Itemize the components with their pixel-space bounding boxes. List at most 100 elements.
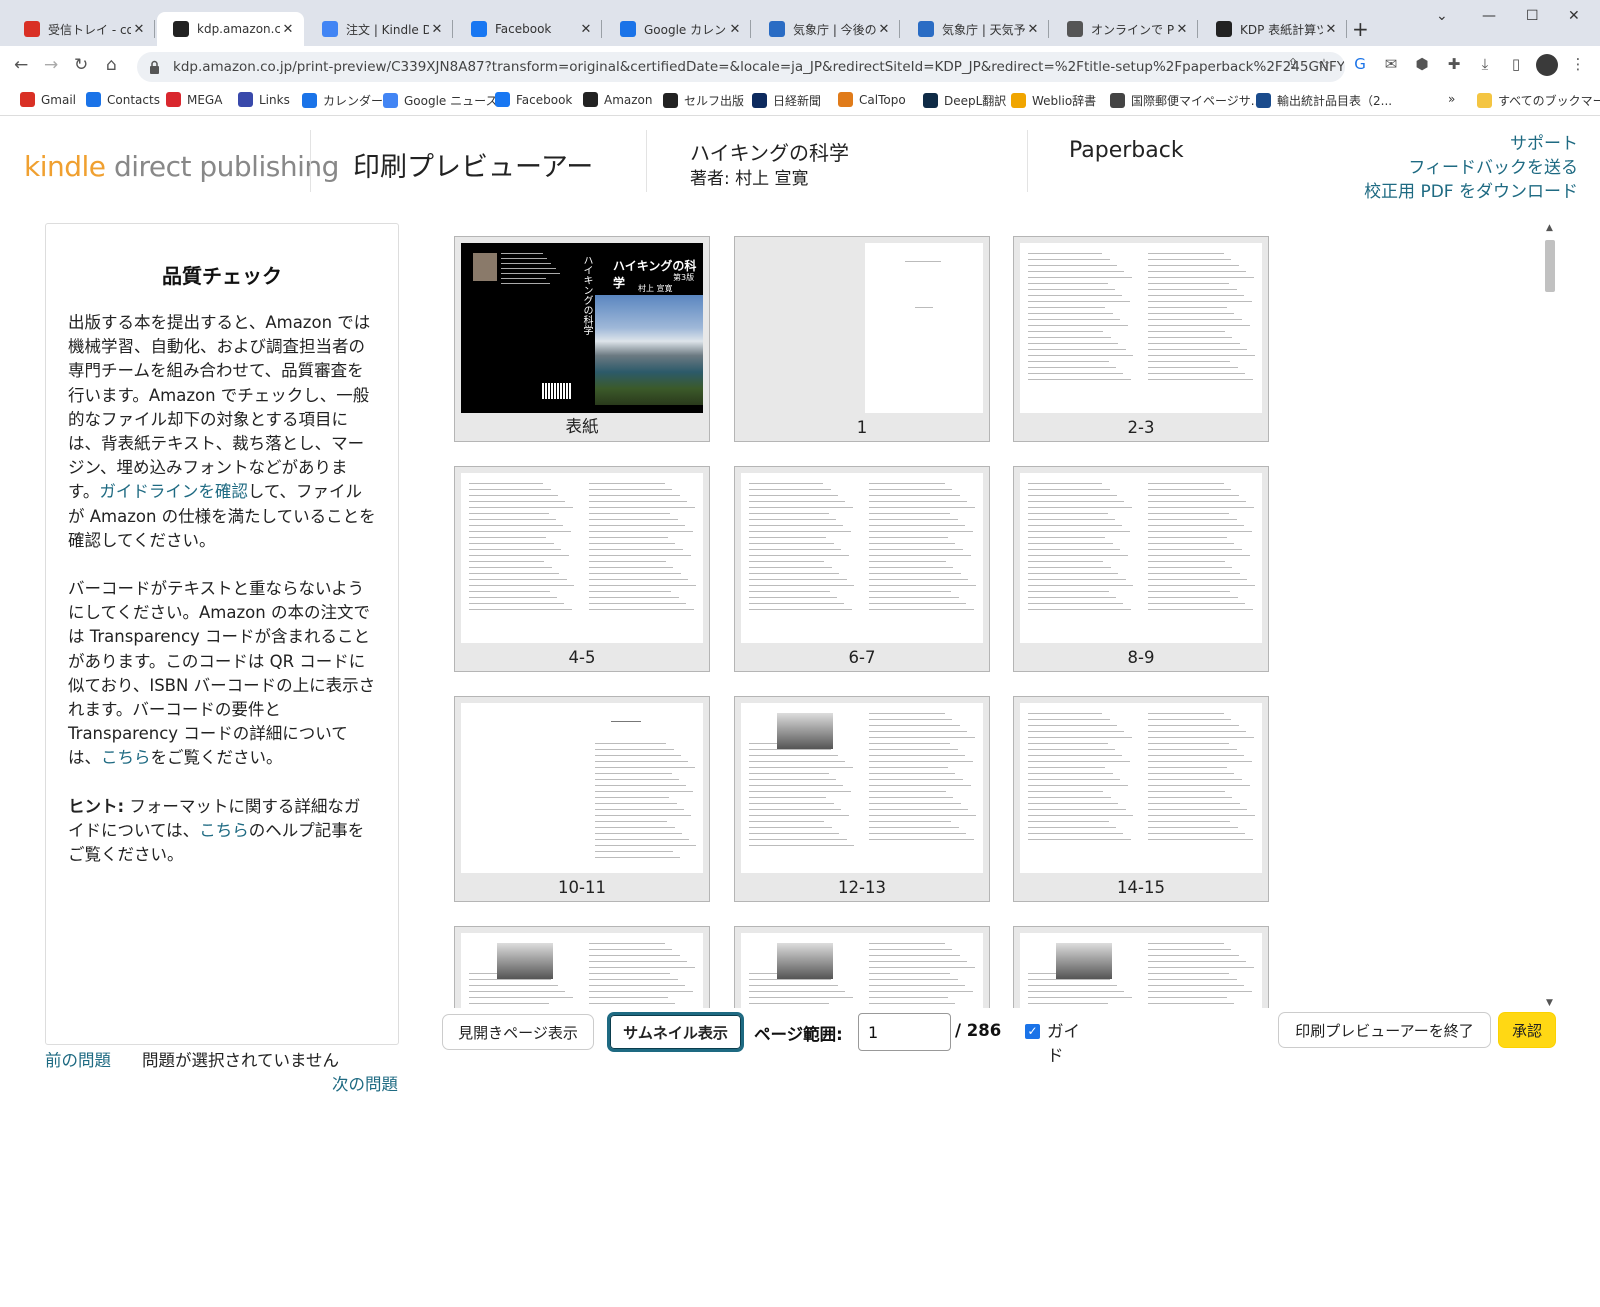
more-bookmarks-button[interactable]: »	[1448, 92, 1455, 106]
bookmark-item[interactable]: Gmail	[20, 92, 76, 107]
page-thumbnail[interactable]: 2-3	[1013, 236, 1269, 442]
scroll-thumb[interactable]	[1545, 240, 1555, 292]
text-line	[1028, 609, 1131, 610]
window-close-icon[interactable]: ✕	[1568, 8, 1580, 24]
page-thumbnail[interactable]: 10-11	[454, 696, 710, 902]
grid-scrollbar[interactable]: ▲ ▼	[1543, 223, 1557, 1008]
help-article-link[interactable]: こちら	[199, 821, 249, 840]
page-thumbnail[interactable]: ハイキングの科学 ハイキングの科学 第3版 村上 宣寛 表紙	[454, 236, 710, 442]
page-thumbnail[interactable]: 14-15	[1013, 696, 1269, 902]
all-bookmarks-folder[interactable]: すべてのブックマーク	[1477, 92, 1600, 109]
side-panel-icon[interactable]: ▯	[1506, 55, 1526, 75]
home-icon[interactable]: ⌂	[106, 55, 117, 75]
tab-close-icon[interactable]: ✕	[1174, 22, 1190, 37]
text-line	[469, 979, 551, 980]
tab-close-icon[interactable]: ✕	[280, 22, 296, 37]
bookmark-favicon-icon	[838, 92, 853, 107]
text-line	[869, 513, 950, 514]
guidelines-link[interactable]: ガイドラインを確認	[99, 482, 248, 501]
bookmark-item[interactable]: Facebook	[495, 92, 572, 107]
profile-avatar[interactable]	[1536, 54, 1558, 76]
translate-icon[interactable]: G	[1350, 55, 1370, 75]
bookmark-item[interactable]: Weblio辞書	[1011, 92, 1096, 109]
mail-icon[interactable]: ✉	[1381, 55, 1401, 75]
menu-icon[interactable]: ⋮	[1568, 55, 1588, 75]
download-icon[interactable]: ⤓	[1475, 55, 1495, 75]
browser-tab[interactable]: Google カレンダー✕	[604, 12, 751, 46]
tab-close-icon[interactable]: ✕	[578, 22, 594, 37]
page-range-input[interactable]: 1	[858, 1013, 951, 1051]
bookmark-item[interactable]: 日経新聞	[752, 92, 821, 109]
reload-icon[interactable]: ↻	[74, 55, 88, 75]
previous-issue-link[interactable]: 前の問題	[45, 1047, 111, 1071]
browser-tab[interactable]: kdp.amazon.co.jp✕	[157, 12, 304, 46]
text-line	[501, 258, 548, 259]
tab-close-icon[interactable]: ✕	[1025, 22, 1041, 37]
bookmark-item[interactable]: DeepL翻訳	[923, 92, 1006, 109]
browser-tab[interactable]: Facebook ✕	[455, 12, 602, 46]
page-thumbnail[interactable]: 4-5	[454, 466, 710, 672]
bookmark-item[interactable]: Contacts	[86, 92, 160, 107]
minimize-icon[interactable]: —	[1482, 8, 1496, 24]
page-thumbnail[interactable]	[734, 926, 990, 1008]
browser-tab[interactable]: 気象庁 | 天気予報✕	[902, 12, 1049, 46]
address-bar[interactable]: kdp.amazon.co.jp/print-preview/C339XJN8A…	[137, 52, 1345, 82]
bookmark-item[interactable]: CalTopo	[838, 92, 906, 107]
scroll-down-icon[interactable]: ▼	[1546, 998, 1553, 1008]
approve-button[interactable]: 承認	[1498, 1012, 1556, 1048]
page-thumbnail[interactable]: 12-13	[734, 696, 990, 902]
tab-close-icon[interactable]: ✕	[131, 22, 147, 37]
page-thumbnail[interactable]: 8-9	[1013, 466, 1269, 672]
bookmark-item[interactable]: Google ニュース	[383, 92, 498, 109]
text-line	[1148, 779, 1242, 780]
bookmark-item[interactable]: MEGA	[166, 92, 222, 107]
browser-tab[interactable]: 気象庁 | 今後の雨✕	[753, 12, 900, 46]
download-proof-pdf-link[interactable]: 校正用 PDF をダウンロード	[1364, 180, 1578, 204]
kdp-logo[interactable]: kindle direct publishing	[24, 150, 339, 183]
extension-deepl-icon[interactable]: ⬢	[1412, 55, 1432, 75]
browser-tab[interactable]: 注文 | Kindle Dir✕	[306, 12, 453, 46]
bookmark-item[interactable]: Links	[238, 92, 290, 107]
extensions-icon[interactable]: ✚	[1444, 55, 1464, 75]
bookmark-item[interactable]: セルフ出版	[663, 92, 744, 109]
tab-close-icon[interactable]: ✕	[429, 22, 445, 37]
support-link[interactable]: サポート	[1364, 132, 1578, 156]
guide-checkbox[interactable]: ✓	[1025, 1024, 1040, 1039]
text-line	[1148, 373, 1246, 374]
bookmark-item[interactable]: Amazon	[583, 92, 653, 107]
new-tab-button[interactable]: +	[1352, 17, 1369, 41]
bookmark-star-icon[interactable]: ☆	[1314, 55, 1334, 75]
text-line	[1028, 773, 1113, 774]
page-thumbnail[interactable]	[454, 926, 710, 1008]
barcode-details-link[interactable]: こちら	[101, 748, 151, 767]
text-line	[501, 278, 546, 279]
bookmark-item[interactable]: カレンダー	[302, 92, 383, 109]
scroll-up-icon[interactable]: ▲	[1546, 223, 1553, 233]
maximize-icon[interactable]: ☐	[1526, 8, 1539, 24]
page-thumbnail[interactable]	[1013, 926, 1269, 1008]
bookmark-item[interactable]: 国際郵便マイページサ...	[1110, 92, 1262, 109]
thumbnail-view-button[interactable]: サムネイル表示	[607, 1012, 744, 1052]
bookmark-label: カレンダー	[323, 94, 384, 108]
bookmark-item[interactable]: 輸出統計品目表（2...	[1256, 92, 1392, 109]
tab-close-icon[interactable]: ✕	[876, 22, 892, 37]
text-line	[1148, 603, 1246, 604]
share-icon[interactable]: ⇪	[1283, 55, 1303, 75]
browser-tab[interactable]: KDP 表紙計算ツ ✕	[1200, 12, 1347, 46]
feedback-link[interactable]: フィードバックを送る	[1364, 156, 1578, 180]
page-thumbnail[interactable]: 1	[734, 236, 990, 442]
browser-tab[interactable]: 受信トレイ - comp✕	[8, 12, 155, 46]
spread-view-button[interactable]: 見開きページ表示	[442, 1014, 594, 1050]
page-thumbnail-label: 8-9	[1127, 648, 1155, 667]
browser-tab[interactable]: オンラインで PDF✕	[1051, 12, 1198, 46]
page-thumbnail[interactable]: 6-7	[734, 466, 990, 672]
next-issue-link[interactable]: 次の問題	[332, 1071, 398, 1095]
tab-search-icon[interactable]: ⌄	[1436, 8, 1448, 24]
forward-icon[interactable]: →	[44, 55, 58, 75]
text-line	[589, 507, 695, 508]
tab-close-icon[interactable]: ✕	[727, 22, 743, 37]
back-icon[interactable]: ←	[14, 55, 28, 75]
tab-close-icon[interactable]: ✕	[1323, 22, 1339, 37]
text-line	[749, 791, 851, 792]
exit-previewer-button[interactable]: 印刷プレビューアーを終了	[1278, 1012, 1491, 1048]
